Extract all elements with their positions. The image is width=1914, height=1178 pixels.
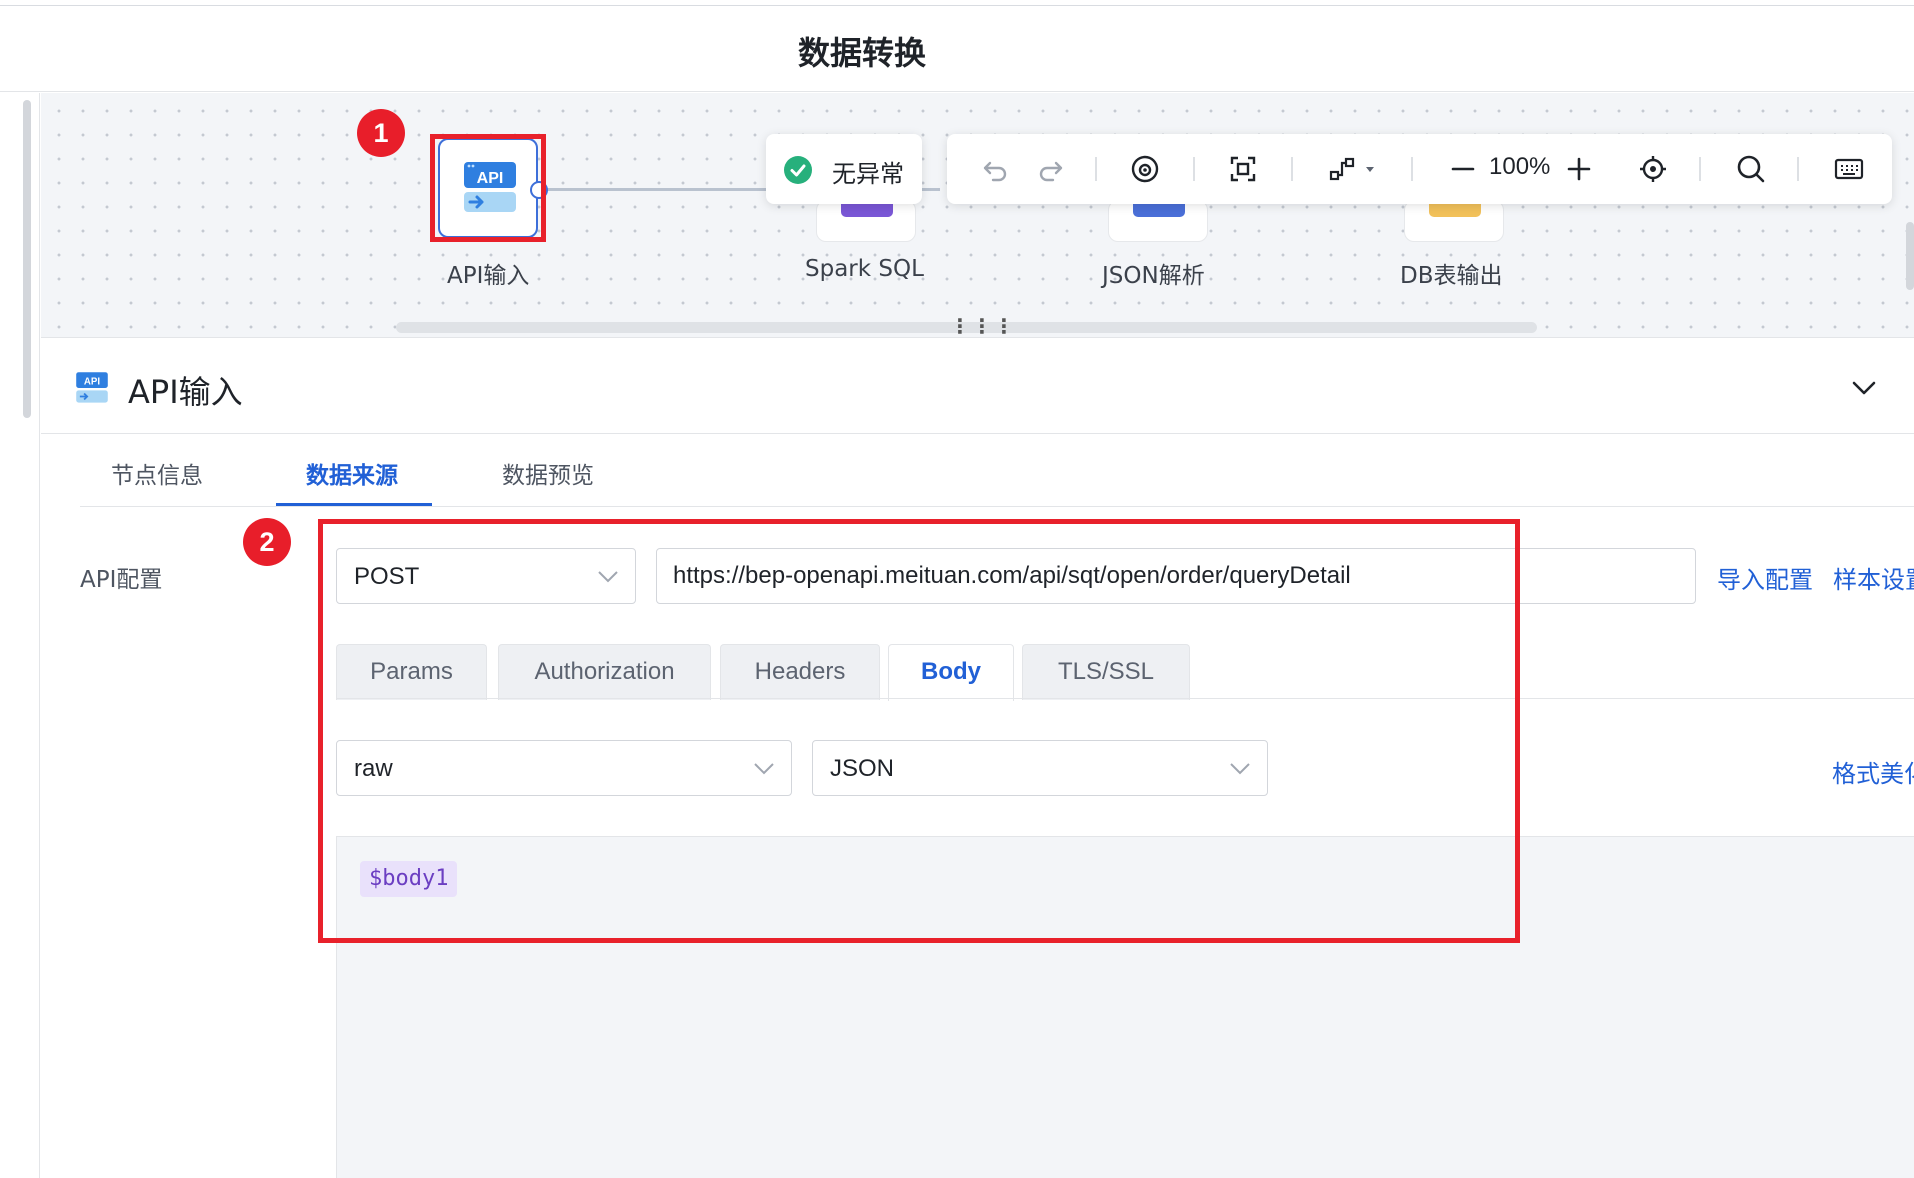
api-config-label: API配置 [80, 567, 163, 593]
canvas-vertical-scrollbar[interactable] [1906, 222, 1914, 290]
zoom-level: 100% [1489, 153, 1551, 180]
redo-icon[interactable] [1033, 151, 1069, 187]
format-beautify-link[interactable]: 格式美化 [1832, 754, 1914, 789]
tab-data-preview[interactable]: 数据预览 [502, 456, 594, 490]
sample-settings-link[interactable]: 样本设置 [1833, 560, 1914, 595]
layout-dropdown-icon[interactable] [1325, 151, 1385, 187]
locate-icon[interactable] [1635, 151, 1671, 187]
resize-handle-icon[interactable]: ⋮⋮⋮ [950, 317, 1016, 337]
flow-canvas[interactable] [41, 93, 1914, 338]
status-text: 无异常 [832, 160, 904, 188]
toolbar-divider [1411, 157, 1413, 181]
svg-text:API: API [84, 376, 100, 387]
highlight-box-node [430, 134, 546, 242]
undo-icon[interactable] [977, 151, 1013, 187]
panel-title: API输入 [128, 373, 243, 411]
zoom-out-icon[interactable] [1447, 151, 1479, 187]
keyboard-icon[interactable] [1831, 151, 1867, 187]
node-panel-header [41, 339, 1914, 434]
toolbar-divider [1699, 157, 1701, 181]
toolbar-divider [1291, 157, 1293, 181]
node-json-parse[interactable] [1108, 200, 1208, 242]
canvas-toolbar: 100% [947, 134, 1892, 204]
fit-view-icon[interactable] [1225, 151, 1261, 187]
node-db-output[interactable] [1404, 200, 1504, 242]
page-title: 数据转换 [797, 34, 926, 72]
left-rail [0, 93, 40, 1178]
node-spark-sql[interactable] [816, 200, 916, 242]
toolbar-divider [1095, 157, 1097, 181]
check-circle-icon [784, 156, 812, 184]
search-icon[interactable] [1733, 151, 1769, 187]
left-scrollbar[interactable] [23, 100, 31, 418]
tab-data-source[interactable]: 数据来源 [306, 456, 398, 490]
collapse-chevron-icon[interactable] [1850, 378, 1878, 398]
node-label-db-output: DB表输出 [1400, 263, 1503, 289]
toolbar-divider [1797, 157, 1799, 181]
api-input-icon: API [76, 372, 108, 403]
import-config-link[interactable]: 导入配置 [1717, 560, 1813, 595]
tabs-divider [80, 506, 1914, 507]
status-indicator[interactable]: 无异常 [766, 134, 922, 204]
zoom-in-icon[interactable] [1563, 151, 1595, 187]
step-marker-1: 1 [357, 109, 405, 157]
toolbar-divider [1193, 157, 1195, 181]
node-label-json-parse: JSON解析 [1102, 263, 1205, 289]
highlight-box-config [318, 519, 1520, 943]
preview-eye-icon[interactable] [1127, 151, 1163, 187]
node-label-api-input: API输入 [447, 263, 530, 289]
tab-node-info[interactable]: 节点信息 [111, 456, 203, 490]
node-label-spark-sql: Spark SQL [805, 256, 924, 282]
page-header: 数据转换 [0, 6, 1914, 92]
step-marker-2: 2 [243, 518, 291, 566]
